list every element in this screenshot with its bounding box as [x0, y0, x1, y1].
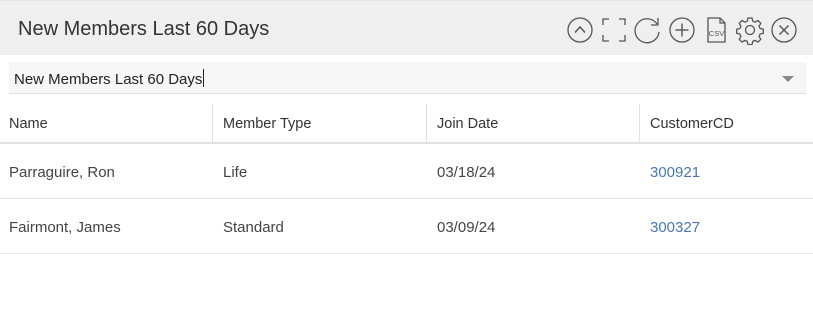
csv-export-icon[interactable]: CSV	[701, 15, 731, 45]
dashboard-widget: New Members Last 60 Days CSV New Members…	[0, 0, 813, 332]
close-icon[interactable]	[769, 15, 799, 45]
widget-header: New Members Last 60 Days CSV	[0, 0, 813, 55]
column-header-member-type[interactable]: Member Type	[213, 104, 427, 142]
widget-title: New Members Last 60 Days	[18, 18, 270, 40]
column-header-join-date[interactable]: Join Date	[427, 104, 640, 142]
collapse-icon[interactable]	[565, 15, 595, 45]
fullscreen-icon[interactable]	[599, 15, 629, 45]
table-row: Fairmont, James Standard 03/09/24 300327	[0, 199, 813, 254]
chevron-down-icon[interactable]	[782, 76, 794, 82]
join-date-cell: 03/09/24	[437, 219, 496, 236]
members-table: Name Member Type Join Date CustomerCD Pa…	[0, 104, 813, 254]
report-select-value: New Members Last 60 Days	[14, 69, 205, 88]
join-date-cell: 03/18/24	[437, 164, 496, 181]
member-type-cell: Standard	[223, 219, 284, 236]
add-icon[interactable]	[667, 15, 697, 45]
gear-icon[interactable]	[735, 15, 765, 45]
text-cursor	[203, 69, 205, 87]
table-header-row: Name Member Type Join Date CustomerCD	[0, 104, 813, 144]
svg-text:CSV: CSV	[709, 29, 724, 38]
column-header-customercd[interactable]: CustomerCD	[640, 104, 813, 142]
customercd-link[interactable]: 300327	[640, 199, 813, 253]
report-select[interactable]: New Members Last 60 Days	[9, 62, 806, 94]
table-row: Parraguire, Ron Life 03/18/24 300921	[0, 144, 813, 199]
member-type-cell: Life	[223, 164, 248, 181]
column-header-name[interactable]: Name	[0, 104, 213, 142]
name-cell: Parraguire, Ron	[9, 164, 115, 181]
name-cell: Fairmont, James	[9, 219, 121, 236]
customercd-link[interactable]: 300921	[640, 144, 813, 198]
refresh-icon[interactable]	[633, 15, 663, 45]
